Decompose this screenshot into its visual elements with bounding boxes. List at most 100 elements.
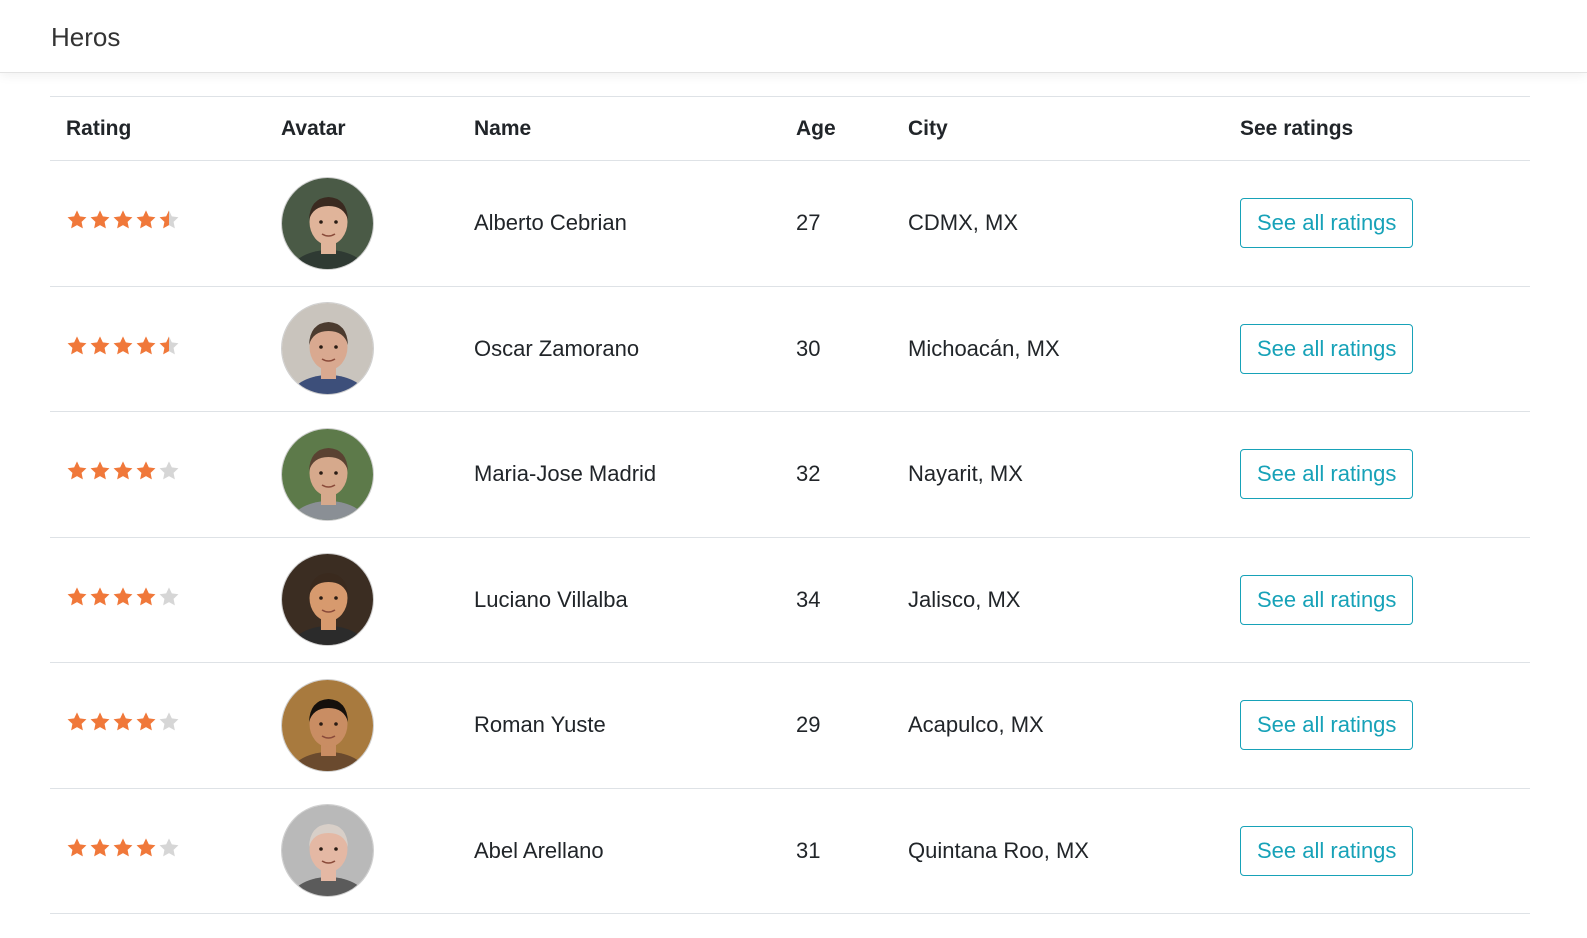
star-filled-icon: [136, 461, 156, 480]
hero-name: Luciano Villalba: [474, 586, 628, 612]
table-row: Alberto Cebrian 27 CDMX, MX See all rati…: [50, 161, 1530, 287]
rating-cell: [50, 286, 265, 412]
star-filled-icon: [90, 838, 110, 857]
star-filled-icon: [113, 336, 133, 355]
header-city: City: [908, 116, 948, 140]
hero-age: 30: [796, 335, 821, 361]
action-cell: See all ratings: [1224, 788, 1530, 914]
avatar-cell: [265, 161, 458, 287]
star-filled-icon: [136, 712, 156, 731]
hero-city: Acapulco, MX: [908, 712, 1044, 738]
star-filled-icon: [136, 587, 156, 606]
star-filled-icon: [67, 461, 87, 480]
avatar: [281, 302, 374, 396]
star-filled-icon: [67, 712, 87, 731]
see-all-ratings-button[interactable]: See all ratings: [1240, 198, 1414, 249]
star-half-icon: [159, 336, 179, 355]
avatar-photo: [282, 428, 373, 520]
avatar-cell: [265, 663, 458, 789]
star-rating: [66, 837, 180, 859]
star-filled-icon: [113, 712, 133, 731]
hero-age: 34: [796, 586, 821, 612]
star-half-icon: [159, 210, 179, 229]
hero-city: Jalisco, MX: [908, 586, 1021, 612]
header-see-ratings: See ratings: [1240, 116, 1354, 140]
hero-age: 29: [796, 712, 821, 738]
navbar: Heros: [0, 0, 1587, 73]
hero-age: 27: [796, 210, 821, 236]
see-all-ratings-button[interactable]: See all ratings: [1240, 323, 1414, 374]
star-empty-icon: [159, 712, 179, 731]
star-filled-icon: [113, 461, 133, 480]
star-rating: [66, 460, 180, 482]
avatar-cell: [265, 537, 458, 663]
header-rating: Rating: [66, 116, 132, 140]
app-title[interactable]: Heros: [51, 22, 120, 53]
star-filled-icon: [136, 210, 156, 229]
table-row: Luciano Villalba 34 Jalisco, MX See all …: [50, 537, 1530, 663]
avatar-photo: [282, 805, 373, 897]
hero-name: Roman Yuste: [474, 712, 606, 738]
see-all-ratings-button[interactable]: See all ratings: [1240, 574, 1414, 625]
table-body: Alberto Cebrian 27 CDMX, MX See all rati…: [50, 161, 1530, 914]
header-avatar: Avatar: [281, 116, 346, 140]
avatar-photo: [282, 679, 373, 771]
star-filled-icon: [113, 587, 133, 606]
star-filled-icon: [136, 336, 156, 355]
hero-name: Maria-Jose Madrid: [474, 461, 657, 487]
hero-city: Quintana Roo, MX: [908, 837, 1089, 863]
star-filled-icon: [90, 712, 110, 731]
rating-cell: [50, 537, 265, 663]
see-all-ratings-button[interactable]: See all ratings: [1240, 449, 1414, 500]
star-filled-icon: [90, 587, 110, 606]
action-cell: See all ratings: [1224, 412, 1530, 538]
avatar: [281, 678, 374, 772]
star-filled-icon: [90, 461, 110, 480]
rating-cell: [50, 412, 265, 538]
star-filled-icon: [90, 210, 110, 229]
star-rating: [66, 209, 180, 231]
hero-name: Oscar Zamorano: [474, 335, 640, 361]
table-row: Oscar Zamorano 30 Michoacán, MX See all …: [50, 286, 1530, 412]
avatar: [281, 553, 374, 647]
hero-name: Alberto Cebrian: [474, 210, 627, 236]
action-cell: See all ratings: [1224, 286, 1530, 412]
hero-name: Abel Arellano: [474, 837, 604, 863]
action-cell: See all ratings: [1224, 161, 1530, 287]
star-filled-icon: [90, 336, 110, 355]
avatar: [281, 176, 374, 270]
action-cell: See all ratings: [1224, 663, 1530, 789]
star-filled-icon: [136, 838, 156, 857]
star-filled-icon: [67, 838, 87, 857]
see-all-ratings-button[interactable]: See all ratings: [1240, 700, 1414, 751]
heroes-table-container: Rating Avatar Name Age City See ratings …: [50, 96, 1530, 914]
star-filled-icon: [67, 587, 87, 606]
avatar-cell: [265, 788, 458, 914]
hero-age: 32: [796, 461, 821, 487]
hero-city: CDMX, MX: [908, 210, 1018, 236]
star-rating: [66, 711, 180, 733]
see-all-ratings-button[interactable]: See all ratings: [1240, 825, 1414, 876]
avatar: [281, 804, 374, 898]
table-header: Rating Avatar Name Age City See ratings: [50, 96, 1530, 161]
avatar-cell: [265, 286, 458, 412]
hero-age: 31: [796, 837, 821, 863]
hero-city: Nayarit, MX: [908, 461, 1023, 487]
hero-city: Michoacán, MX: [908, 335, 1060, 361]
header-name: Name: [474, 116, 532, 140]
star-empty-icon: [159, 461, 179, 480]
avatar: [281, 427, 374, 521]
table-row: Maria-Jose Madrid 32 Nayarit, MX See all…: [50, 412, 1530, 538]
rating-cell: [50, 663, 265, 789]
rating-cell: [50, 788, 265, 914]
star-filled-icon: [113, 210, 133, 229]
table-row: Abel Arellano 31 Quintana Roo, MX See al…: [50, 788, 1530, 914]
heroes-table: Rating Avatar Name Age City See ratings …: [50, 96, 1530, 914]
avatar-photo: [282, 177, 373, 269]
avatar-photo: [282, 303, 373, 395]
star-filled-icon: [67, 210, 87, 229]
avatar-photo: [282, 554, 373, 646]
avatar-cell: [265, 412, 458, 538]
table-row: Roman Yuste 29 Acapulco, MX See all rati…: [50, 663, 1530, 789]
star-filled-icon: [113, 838, 133, 857]
